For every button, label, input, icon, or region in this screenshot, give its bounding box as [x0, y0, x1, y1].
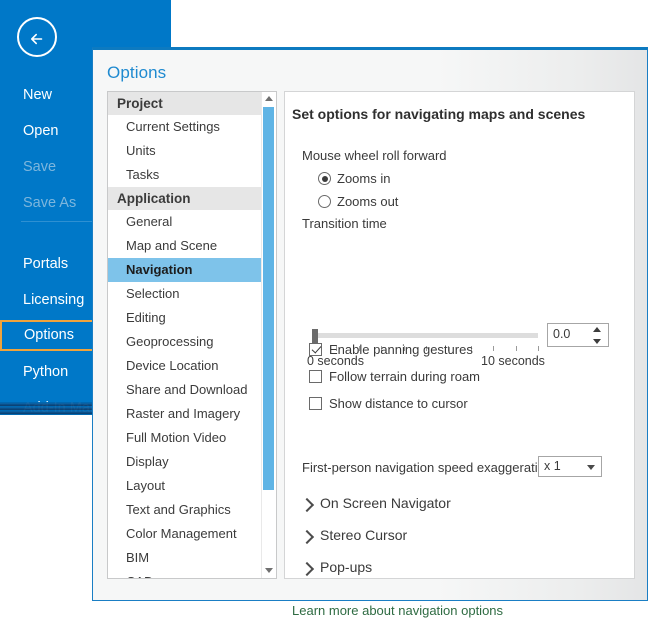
checkbox-enable-panning-gestures[interactable]: Enable panning gestures [309, 341, 473, 361]
category-item[interactable]: Layout [108, 474, 276, 498]
checkbox-label: Follow terrain during roam [329, 369, 481, 384]
spinner-down-arrow-icon[interactable] [593, 339, 601, 344]
pane-heading: Set options for navigating maps and scen… [292, 106, 586, 122]
backstage-item-label: Licensing [23, 292, 85, 308]
scrollbar-thumb[interactable] [263, 107, 274, 490]
checkbox-indicator [309, 397, 322, 410]
radio-zooms-out[interactable]: Zooms out [318, 193, 398, 213]
chevron-right-icon [299, 561, 315, 577]
radio-label: Zooms in [337, 171, 391, 186]
slider-tick [516, 346, 517, 351]
expander-stereo-cursor[interactable]: Stereo Cursor [299, 527, 408, 550]
category-item[interactable]: Full Motion Video [108, 426, 276, 450]
options-category-list[interactable]: Project Current Settings Units Tasks Applica… [107, 91, 277, 579]
chevron-right-icon [299, 529, 315, 545]
scroll-up-arrow-icon[interactable] [262, 92, 276, 107]
checkbox-label: Enable panning gestures [329, 342, 473, 357]
spinner-arrows[interactable] [592, 326, 603, 345]
back-arrow-icon [31, 33, 43, 45]
backstage-item-options[interactable]: Options [0, 320, 103, 351]
category-group-header: Application [108, 187, 276, 210]
learn-more-link[interactable]: Learn more about navigation options [292, 603, 503, 618]
spinner-up-arrow-icon[interactable] [593, 327, 601, 332]
slider-track[interactable] [314, 333, 538, 338]
backstage-item-label: Portals [23, 256, 69, 272]
navigation-options-pane: Set options for navigating maps and scen… [284, 91, 635, 618]
category-item[interactable]: Device Location [108, 354, 276, 378]
category-item[interactable]: CAD [108, 570, 276, 578]
dialog-title: Options [107, 63, 167, 82]
checkbox-indicator-checked [309, 343, 322, 356]
expander-label: Stereo Cursor [320, 527, 408, 543]
transition-time-spinner[interactable]: 0.0 [547, 323, 609, 347]
category-item[interactable]: Units [108, 139, 276, 163]
category-group-header: Project [108, 92, 276, 115]
category-item[interactable]: Tasks [108, 163, 276, 187]
chevron-down-icon [587, 465, 595, 470]
options-dialog: Options Project Current Settings Units Task… [92, 47, 648, 618]
checkbox-indicator [309, 370, 322, 383]
expander-on-screen-navigator[interactable]: On Screen Navigator [299, 495, 451, 518]
dropdown-value: x 1 [544, 459, 561, 473]
backstage-item-label: Save [23, 159, 57, 175]
speed-exaggeration-dropdown[interactable]: x 1 [538, 456, 602, 477]
category-item[interactable]: Navigation [108, 258, 276, 282]
back-arrow-button[interactable] [17, 17, 57, 57]
category-item[interactable]: BIM [108, 546, 276, 570]
category-list-inner: Project Current Settings Units Tasks Applica… [108, 92, 276, 578]
backstage-item-label: Python [23, 364, 69, 380]
backstage-item-label: New [23, 87, 53, 103]
category-item[interactable]: Share and Download [108, 378, 276, 402]
backstage-item-label: Save As [23, 195, 77, 211]
category-item[interactable]: Raster and Imagery [108, 402, 276, 426]
chevron-right-icon [299, 497, 315, 513]
category-item[interactable]: Current Settings [108, 115, 276, 139]
checkbox-show-distance-to-cursor[interactable]: Show distance to cursor [309, 395, 468, 415]
radio-indicator-selected [318, 172, 331, 185]
radio-zooms-in[interactable]: Zooms in [318, 170, 390, 190]
transition-time-label: Transition time [302, 216, 387, 231]
spinner-value[interactable]: 0.0 [553, 327, 570, 341]
slider-tick [493, 346, 494, 351]
radio-indicator [318, 195, 331, 208]
backstage-item-label: Options [24, 327, 74, 343]
checkbox-follow-terrain-during-roam[interactable]: Follow terrain during roam [309, 368, 480, 388]
slider-tick [538, 346, 539, 351]
category-item[interactable]: Display [108, 450, 276, 474]
category-item[interactable]: Geoprocessing [108, 330, 276, 354]
mouse-wheel-label: Mouse wheel roll forward [302, 148, 447, 163]
backstage-item-label: Open [23, 123, 59, 139]
speed-exaggeration-label: First-person navigation speed exaggerati… [302, 460, 553, 475]
radio-label: Zooms out [337, 194, 399, 209]
category-item[interactable]: Selection [108, 282, 276, 306]
category-item[interactable]: Map and Scene [108, 234, 276, 258]
checkbox-label: Show distance to cursor [329, 396, 468, 411]
scrollbar-track[interactable] [262, 107, 276, 563]
category-item[interactable]: Editing [108, 306, 276, 330]
category-item[interactable]: General [108, 210, 276, 234]
expander-label: On Screen Navigator [320, 495, 451, 511]
category-item[interactable]: Text and Graphics [108, 498, 276, 522]
scroll-down-arrow-icon[interactable] [262, 563, 276, 578]
category-list-scrollbar[interactable] [261, 92, 276, 578]
slider-max-label: 10 seconds [481, 354, 545, 368]
category-item[interactable]: Color Management [108, 522, 276, 546]
expander-label: Pop-ups [320, 559, 373, 575]
expander-pop-ups[interactable]: Pop-ups [299, 559, 373, 582]
